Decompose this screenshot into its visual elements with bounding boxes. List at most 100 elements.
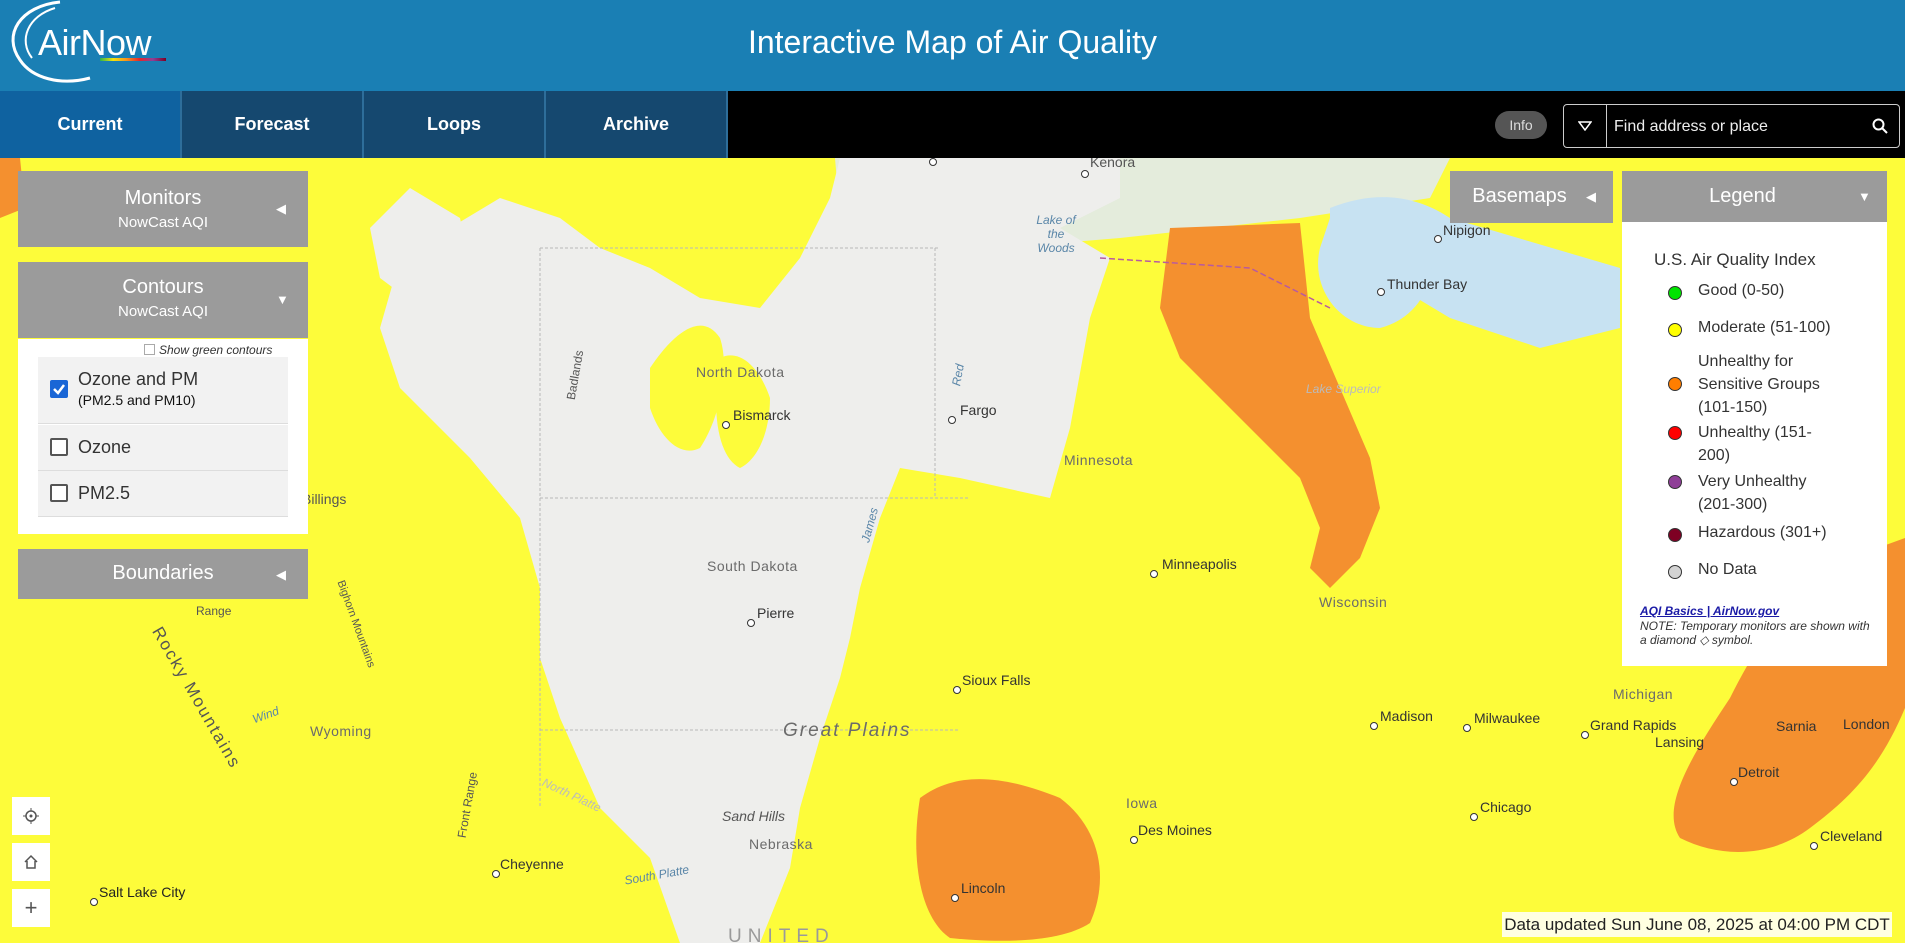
collapse-left-icon: ◀ [1586,189,1596,204]
legend-label: Moderate (51-100) [1698,319,1831,336]
legend-label: Good (0-50) [1698,282,1785,299]
map-label-minneapolis: Minneapolis [1162,556,1237,572]
legend-panel: U.S. Air Quality Index Good (0-50) Moder… [1622,222,1887,666]
map-label-london: London [1843,716,1890,732]
boundaries-panel-header[interactable]: Boundaries ◀ [18,549,308,599]
option-ozone-pm-sub: (PM2.5 and PM10) [78,392,196,408]
map-label-des-moines: Des Moines [1138,822,1212,838]
app-header: AirNow Interactive Map of Air Quality [0,0,1905,91]
city-marker [1810,842,1818,850]
map-label-lansing: Lansing [1655,734,1705,750]
map-label-range: Range [196,604,232,618]
tab-loops[interactable]: Loops [364,91,546,158]
legend-item-good: Good (0-50) [1668,282,1785,300]
map-label-chicago: Chicago [1480,799,1532,815]
page-title: Interactive Map of Air Quality [747,24,1158,60]
option-ozone[interactable]: Ozone [38,425,288,471]
dropdown-triangle-icon[interactable] [1564,105,1607,147]
expand-down-icon: ▼ [276,292,289,307]
tab-archive[interactable]: Archive [546,91,728,158]
map-label-nipigon: Nipigon [1443,222,1491,238]
legend-swatch [1668,528,1682,542]
map-label-milwaukee: Milwaukee [1474,710,1541,726]
city-marker [1130,836,1138,844]
locate-icon[interactable] [12,797,50,835]
option-pm25[interactable]: PM2.5 [38,471,288,517]
city-marker [1581,731,1589,739]
map-label-south-dakota: South Dakota [707,558,798,574]
legend-item-usg: Unhealthy for Sensitive Groups (101-150) [1668,350,1838,419]
legend-item-unhealthy: Unhealthy (151-200) [1668,421,1828,467]
map-label-fargo: Fargo [960,402,997,418]
tab-forecast[interactable]: Forecast [182,91,364,158]
checkbox-pm25[interactable] [50,484,68,502]
city-marker [1470,813,1478,821]
map-label-kenora: Kenora [1090,158,1136,170]
legend-item-no-data: No Data [1668,561,1757,579]
city-marker [1730,778,1738,786]
legend-label: Very Unhealthy (201-300) [1698,473,1807,513]
city-marker [1150,570,1158,578]
checkbox-ozone[interactable] [50,438,68,456]
collapse-left-icon: ◀ [276,201,286,216]
map-label-pierre: Pierre [757,605,795,621]
map-label-united: UNITED [728,926,835,943]
city-marker [953,686,961,694]
contours-panel-header[interactable]: Contours NowCast AQI ▼ [18,262,308,338]
legend-item-moderate: Moderate (51-100) [1668,319,1831,337]
map-label-sioux-falls: Sioux Falls [962,672,1031,688]
city-marker [1370,722,1378,730]
city-marker [492,870,500,878]
home-icon[interactable] [12,843,50,881]
city-marker [722,421,730,429]
collapse-left-icon: ◀ [276,567,286,582]
map-label-lake-superior: Lake Superior [1306,382,1381,396]
aqi-basics-link[interactable]: AQI Basics | AirNow.gov [1640,604,1779,618]
zoom-in-icon[interactable]: + [12,889,50,927]
legend-swatch [1668,565,1682,579]
checkbox-ozone-pm[interactable] [50,380,68,398]
city-marker [90,898,98,906]
map-label-cheyenne: Cheyenne [500,856,564,872]
monitors-panel-header[interactable]: Monitors NowCast AQI ◀ [18,171,308,247]
map-label-salt-lake-city: Salt Lake City [99,884,186,900]
expand-down-icon: ▼ [1858,189,1871,204]
show-green-label: Show green contours [159,343,273,357]
city-marker [1081,170,1089,178]
legend-label: Unhealthy for Sensitive Groups (101-150) [1698,353,1820,416]
legend-item-very-unhealthy: Very Unhealthy (201-300) [1668,470,1828,516]
legend-swatch [1668,286,1682,300]
option-ozone-pm-label: Ozone and PM [78,369,199,389]
basemaps-panel-header[interactable]: Basemaps ◀ [1450,171,1613,223]
option-ozone-pm[interactable]: Ozone and PM (PM2.5 and PM10) [38,357,288,424]
map-label-billings: Billings [302,491,347,507]
tab-current[interactable]: Current [0,91,182,158]
search-box [1563,104,1900,148]
map-label-bismarck: Bismarck [733,407,791,423]
basemaps-title: Basemaps [1472,185,1567,207]
option-ozone-label: Ozone [78,437,132,457]
map-label-nebraska: Nebraska [749,836,813,852]
contours-panel-body: Show green contours Ozone and PM (PM2.5 … [18,339,308,534]
legend-label: Hazardous (301+) [1698,524,1827,541]
map-label-thunder-bay: Thunder Bay [1387,276,1468,292]
show-green-checkbox[interactable] [144,344,155,355]
boundaries-title: Boundaries [112,562,214,584]
map-label-detroit: Detroit [1738,764,1780,780]
city-marker [1377,288,1385,296]
data-updated-status: Data updated Sun June 08, 2025 at 04:00 … [1502,912,1892,937]
city-marker [1434,235,1442,243]
city-marker [1463,724,1471,732]
search-input[interactable] [1612,111,1856,143]
monitors-subtitle: NowCast AQI [117,214,209,231]
search-icon[interactable] [1867,113,1893,139]
show-green-contours[interactable]: Show green contours [144,343,272,357]
map-label-grand-rapids: Grand Rapids [1590,717,1677,733]
legend-panel-header[interactable]: Legend ▼ [1622,171,1887,223]
map-label-lake-of-the-woods: Lake of the Woods [1036,213,1076,255]
legend-item-hazardous: Hazardous (301+) [1668,524,1827,542]
map-label-wisconsin: Wisconsin [1319,594,1388,610]
info-button[interactable]: Info [1495,111,1547,139]
option-pm25-label: PM2.5 [78,483,131,503]
city-marker [948,416,956,424]
